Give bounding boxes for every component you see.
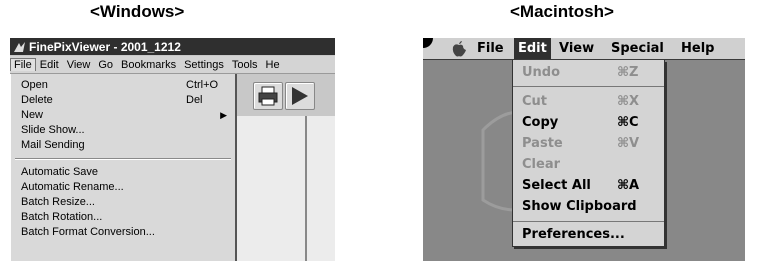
windows-screenshot: FinePixViewer - 2001_1212 File Edit View…	[10, 38, 335, 261]
menu-item-select-all[interactable]: Select All ⌘A	[522, 175, 660, 196]
menu-go[interactable]: Go	[94, 59, 117, 71]
file-menu-dropdown: Open Ctrl+O Delete Del New ▶ Slide Show... …	[10, 74, 237, 261]
menu-item-cut[interactable]: Cut ⌘X	[522, 91, 660, 112]
mac-menu-special[interactable]: Special	[611, 38, 664, 59]
menu-separator	[15, 158, 231, 160]
menubar-corner	[423, 38, 433, 48]
menu-item-show-clipboard[interactable]: Show Clipboard	[522, 196, 660, 217]
mac-menubar: File Edit View Special Help	[423, 38, 745, 60]
menu-help[interactable]: He	[262, 59, 284, 71]
windows-menubar: File Edit View Go Bookmarks Settings Too…	[10, 56, 335, 74]
edit-menu-dropdown: Undo ⌘Z Cut ⌘X Copy ⌘C Paste ⌘V Clear Select…	[512, 60, 665, 247]
menu-item-batch-rotation[interactable]: Batch Rotation...	[21, 210, 229, 225]
windows-heading: <Windows>	[90, 2, 185, 21]
menu-item-mail-sending[interactable]: Mail Sending	[21, 138, 229, 153]
dpof-button[interactable]	[285, 82, 315, 110]
app-icon	[14, 41, 25, 52]
menu-tools[interactable]: Tools	[228, 59, 262, 71]
menu-item-open[interactable]: Open Ctrl+O	[21, 78, 229, 93]
apple-icon[interactable]	[451, 40, 467, 57]
print-button[interactable]	[253, 82, 283, 110]
menu-item-slide-show[interactable]: Slide Show...	[21, 123, 229, 138]
menu-file[interactable]: File	[10, 58, 36, 71]
menu-edit[interactable]: Edit	[36, 59, 63, 71]
menu-item-undo[interactable]: Undo ⌘Z	[522, 62, 660, 83]
mac-menu-edit[interactable]: Edit	[514, 38, 551, 59]
menu-separator	[513, 221, 664, 222]
menu-item-batch-resize[interactable]: Batch Resize...	[21, 195, 229, 210]
dpof-icon	[292, 87, 308, 105]
menu-item-batch-format-conversion[interactable]: Batch Format Conversion...	[21, 225, 229, 240]
menu-item-new[interactable]: New ▶	[21, 108, 229, 123]
menu-item-preferences[interactable]: Preferences...	[522, 224, 660, 245]
menu-separator	[513, 86, 664, 87]
menu-item-automatic-rename[interactable]: Automatic Rename...	[21, 180, 229, 195]
pane-divider[interactable]	[305, 116, 307, 261]
menu-item-paste[interactable]: Paste ⌘V	[522, 133, 660, 154]
window-titlebar: FinePixViewer - 2001_1212	[10, 38, 335, 55]
mac-screenshot: File Edit View Special Help Undo ⌘Z Cut ⌘X…	[423, 38, 745, 261]
submenu-arrow-icon: ▶	[220, 110, 227, 120]
menu-item-automatic-save[interactable]: Automatic Save	[21, 165, 229, 180]
mac-heading: <Macintosh>	[510, 2, 614, 21]
printer-icon	[258, 86, 278, 106]
menu-item-clear[interactable]: Clear	[522, 154, 660, 175]
window-title: FinePixViewer - 2001_1212	[29, 39, 181, 54]
mac-menu-file[interactable]: File	[477, 38, 504, 59]
mac-menu-view[interactable]: View	[559, 38, 594, 59]
menu-settings[interactable]: Settings	[180, 59, 228, 71]
menu-view[interactable]: View	[63, 59, 95, 71]
mac-menu-help[interactable]: Help	[681, 38, 714, 59]
menu-item-copy[interactable]: Copy ⌘C	[522, 112, 660, 133]
menu-bookmarks[interactable]: Bookmarks	[117, 59, 180, 71]
menu-item-delete[interactable]: Delete Del	[21, 93, 229, 108]
